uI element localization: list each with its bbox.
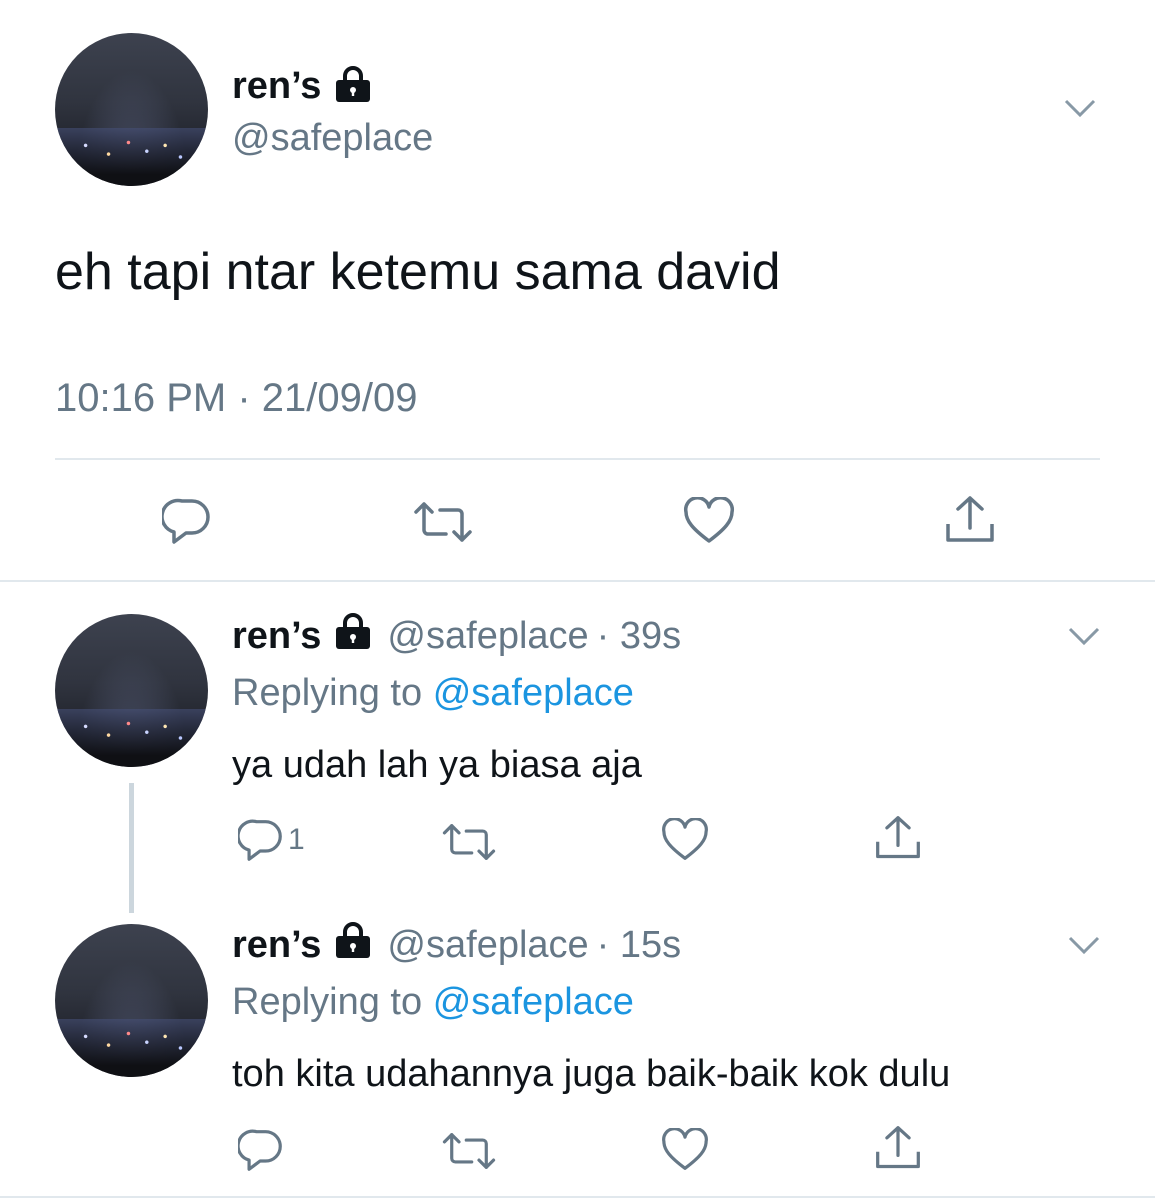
- share-icon[interactable]: [944, 494, 996, 546]
- reply-header: ren’s @safeplace · 15s: [232, 921, 681, 969]
- lock-icon: [333, 921, 373, 969]
- tweet-text: eh tapi ntar ketemu sama david: [55, 243, 781, 301]
- author-name[interactable]: ren’s: [232, 924, 321, 967]
- author-name-row: ren’s: [232, 62, 373, 110]
- reply-header: ren’s @safeplace · 39s: [232, 612, 681, 660]
- reply-time[interactable]: · 15s: [597, 924, 681, 967]
- reply-icon[interactable]: [238, 1128, 284, 1172]
- reply-count: 1: [288, 823, 305, 856]
- replying-to-line: Replying to @safeplace: [232, 981, 634, 1024]
- reply-text: ya udah lah ya biasa aja: [232, 744, 642, 786]
- retweet-icon[interactable]: [412, 500, 474, 544]
- replying-prefix: Replying to: [232, 672, 423, 714]
- replying-to-link[interactable]: @safeplace: [433, 981, 634, 1023]
- section-divider: [0, 580, 1155, 582]
- tweet-timestamp[interactable]: 10:16 PM · 21/09/09: [55, 376, 417, 421]
- lock-icon: [333, 612, 373, 660]
- like-icon[interactable]: [661, 818, 709, 862]
- reply-icon: [238, 818, 284, 862]
- share-icon[interactable]: [874, 814, 922, 862]
- avatar[interactable]: [55, 924, 208, 1077]
- reply-time[interactable]: · 39s: [597, 615, 681, 658]
- avatar[interactable]: [55, 614, 208, 767]
- chevron-down-icon[interactable]: [1066, 933, 1102, 957]
- author-name[interactable]: ren’s: [232, 65, 321, 108]
- like-icon[interactable]: [683, 497, 735, 545]
- share-icon[interactable]: [874, 1124, 922, 1172]
- section-divider: [0, 1196, 1155, 1198]
- author-name[interactable]: ren’s: [232, 615, 321, 658]
- replying-to-line: Replying to @safeplace: [232, 672, 634, 715]
- retweet-icon[interactable]: [440, 822, 498, 862]
- author-handle[interactable]: @safeplace: [387, 924, 588, 967]
- divider: [55, 458, 1100, 460]
- author-handle[interactable]: @safeplace: [387, 615, 588, 658]
- reply-icon[interactable]: [162, 497, 212, 545]
- replying-prefix: Replying to: [232, 981, 423, 1023]
- like-icon[interactable]: [661, 1128, 709, 1172]
- replying-to-link[interactable]: @safeplace: [433, 672, 634, 714]
- retweet-icon[interactable]: [440, 1131, 498, 1171]
- chevron-down-icon[interactable]: [1062, 96, 1098, 120]
- reply-text: toh kita udahannya juga baik-baik kok du…: [232, 1053, 951, 1095]
- author-handle[interactable]: @safeplace: [232, 117, 433, 160]
- reply-button[interactable]: 1: [238, 818, 305, 862]
- lock-icon: [333, 65, 373, 108]
- thread-line: [129, 783, 134, 913]
- avatar[interactable]: [55, 33, 208, 186]
- chevron-down-icon[interactable]: [1066, 624, 1102, 648]
